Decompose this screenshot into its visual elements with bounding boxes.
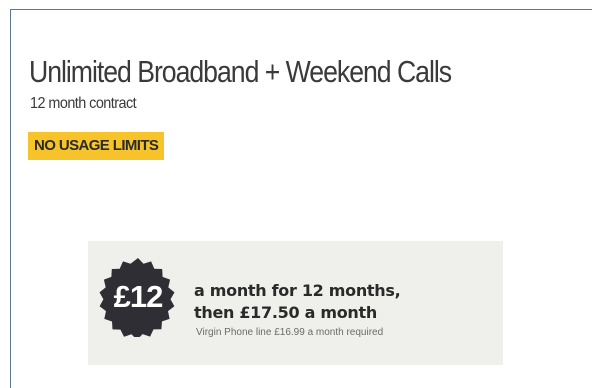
price-amount: £12 <box>113 279 164 314</box>
price-badge: £12 <box>98 257 178 337</box>
phone-line-requirement: Virgin Phone line £16.99 a month require… <box>196 327 384 338</box>
product-card[interactable]: Unlimited Broadband + Weekend Calls 12 m… <box>10 9 592 388</box>
product-title: Unlimited Broadband + Weekend Calls <box>29 54 452 89</box>
usage-limits-badge: NO USAGE LIMITS <box>28 132 165 160</box>
offer-intro-price: a month for 12 months, <box>194 281 401 300</box>
contract-length: 12 month contract <box>30 95 137 112</box>
price-offer-panel: £12 a month for 12 months, then £17.50 a… <box>88 241 503 365</box>
offer-later-price: then £17.50 a month <box>194 303 377 322</box>
